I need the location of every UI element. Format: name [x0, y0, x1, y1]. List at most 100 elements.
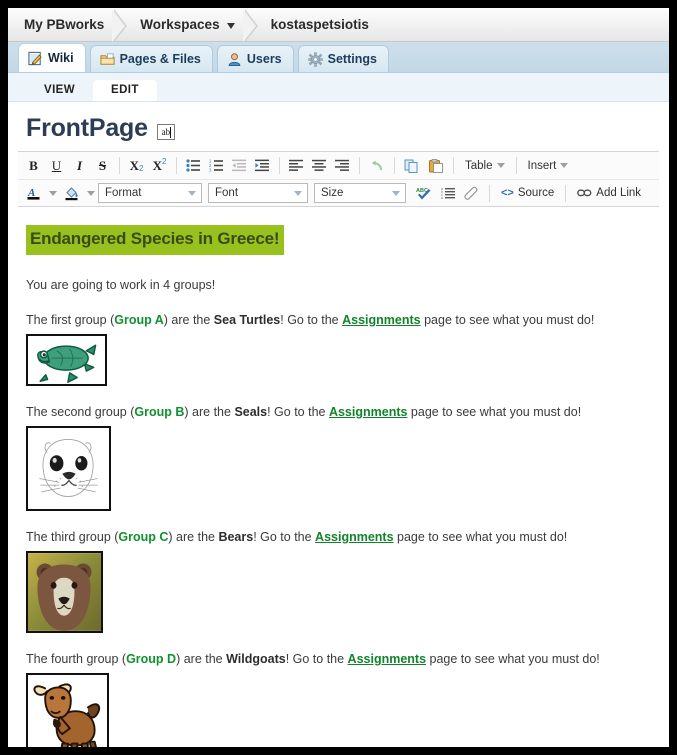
bulleted-list-button[interactable] — [182, 155, 205, 177]
text-color-button[interactable]: A — [22, 182, 46, 204]
size-select-value: Size — [321, 187, 344, 199]
toolbar-row-1: B U I S X2 X2 1 2 3 Table Insert — [18, 152, 659, 179]
list-properties-button[interactable]: abcd — [437, 182, 460, 204]
user-icon — [227, 52, 242, 67]
font-select-value: Font — [215, 187, 239, 199]
species-name: Seals — [234, 404, 268, 419]
spellcheck-button[interactable]: ABC — [412, 182, 437, 204]
wiki-pencil-icon — [28, 51, 43, 66]
fill-color-dropdown[interactable] — [84, 182, 98, 204]
chevron-down-icon — [294, 190, 302, 196]
chevron-down-icon — [87, 190, 95, 196]
paragraph-tail: page to see what you must do! — [426, 652, 600, 667]
source-label: Source — [517, 187, 555, 199]
document-content[interactable]: Endangered Species in Greece! You are go… — [8, 207, 669, 747]
paragraph-middle: ) are the — [176, 652, 227, 667]
paragraph-after-species: ! Go to the — [280, 312, 343, 327]
toolbar-divider — [176, 157, 177, 174]
source-button[interactable]: <> Source — [495, 182, 560, 204]
editor-toolbar: B U I S X2 X2 1 2 3 Table Insert A Forma… — [18, 151, 659, 207]
assignments-link[interactable]: Assignments — [342, 313, 421, 327]
species-name: Sea Turtles — [213, 312, 281, 327]
group-name: Group D — [126, 652, 177, 667]
paragraph-lead: The fourth group ( — [26, 652, 127, 667]
paragraph-after-species: ! Go to the — [267, 404, 329, 419]
breadcrumb-item-workspaces[interactable]: Workspaces — [134, 17, 242, 32]
paragraph-after-species: ! Go to the — [253, 530, 316, 545]
species-name: Wildgoats — [226, 652, 286, 667]
assignments-link[interactable]: Assignments — [329, 405, 408, 419]
browser-frame: My PBworks Workspaces kostaspetsiotis Wi… — [8, 8, 669, 747]
toolbar-divider — [515, 157, 517, 174]
align-right-button[interactable] — [331, 155, 354, 177]
group-paragraph: The second group (Group B) are the Seals… — [26, 403, 655, 421]
seal-image[interactable] — [26, 426, 111, 512]
align-center-button[interactable] — [308, 155, 331, 177]
toolbar-divider — [394, 157, 395, 174]
view-edit-tabs: VIEW EDIT — [8, 73, 669, 102]
svg-text:d: d — [441, 195, 443, 199]
paragraph-lead: The second group ( — [26, 404, 135, 419]
tab-users[interactable]: Users — [216, 45, 294, 72]
subtab-label: EDIT — [111, 84, 139, 96]
outdent-button[interactable] — [228, 155, 251, 177]
assignments-link[interactable]: Assignments — [315, 530, 394, 544]
undo-button[interactable] — [365, 155, 389, 177]
breadcrumb-item-workspace-name[interactable]: kostaspetsiotis — [265, 17, 377, 32]
breadcrumb-separator-icon — [242, 8, 265, 42]
tab-wiki[interactable]: Wiki — [18, 43, 86, 72]
copy-button[interactable] — [400, 155, 424, 177]
italic-button[interactable]: I — [68, 155, 91, 177]
eraser-icon[interactable] — [460, 182, 484, 204]
add-link-button[interactable]: Add Link — [571, 182, 647, 204]
paragraph-tail: page to see what you must do! — [420, 312, 595, 327]
chevron-down-icon — [188, 190, 196, 196]
group-paragraph: The third group (Group C) are the Bears!… — [26, 528, 655, 546]
content-heading-wrap: Endangered Species in Greece! — [26, 225, 655, 255]
subscript-button[interactable]: X2 — [125, 155, 148, 177]
chevron-down-icon — [49, 190, 57, 196]
fill-color-button[interactable] — [60, 182, 84, 204]
group-name: Group B — [134, 404, 185, 419]
breadcrumb-label: kostaspetsiotis — [270, 17, 369, 32]
group-paragraph: The first group (Group A) are the Sea Tu… — [26, 311, 655, 329]
chevron-down-icon[interactable] — [226, 22, 235, 29]
indent-button[interactable] — [251, 155, 274, 177]
tab-view[interactable]: VIEW — [26, 80, 93, 101]
assignments-link[interactable]: Assignments — [348, 652, 427, 666]
breadcrumb: My PBworks Workspaces kostaspetsiotis — [8, 8, 669, 42]
rename-page-icon[interactable]: ab — [156, 123, 175, 140]
format-select-value: Format — [105, 187, 142, 199]
breadcrumb-item-my-pbworks[interactable]: My PBworks — [18, 17, 112, 32]
tab-edit[interactable]: EDIT — [93, 80, 157, 101]
align-left-button[interactable] — [285, 155, 308, 177]
paragraph-lead: The first group ( — [26, 312, 115, 327]
page-title: FrontPage — [26, 114, 148, 142]
paste-button[interactable] — [424, 155, 448, 177]
tab-pages-and-files[interactable]: Pages & Files — [89, 45, 213, 72]
superscript-button[interactable]: X2 — [148, 155, 171, 177]
paragraph-middle: ) are the — [168, 530, 219, 545]
add-link-label: Add Link — [596, 187, 642, 199]
numbered-list-button[interactable]: 1 2 3 — [205, 155, 228, 177]
font-select[interactable]: Font — [208, 183, 308, 203]
sea-turtle-image[interactable] — [26, 333, 107, 386]
main-nav-tabs: Wiki Pages & Files Users Settings — [8, 42, 669, 73]
underline-button[interactable]: U — [45, 155, 68, 177]
paragraph-tail: page to see what you must do! — [407, 404, 582, 419]
breadcrumb-separator-icon — [112, 8, 134, 42]
bear-image[interactable] — [26, 551, 103, 634]
table-menu-button[interactable]: Table — [459, 155, 511, 177]
tab-settings[interactable]: Settings — [297, 45, 389, 72]
editor-body: FrontPage ab B U I S X2 X2 1 2 3 Table I… — [8, 102, 669, 747]
wildgoat-image[interactable] — [26, 673, 109, 747]
bold-button[interactable]: B — [22, 155, 45, 177]
strikethrough-button[interactable]: S — [91, 155, 114, 177]
text-color-dropdown[interactable] — [46, 182, 60, 204]
insert-menu-button[interactable]: Insert — [522, 155, 575, 177]
svg-text:3: 3 — [209, 168, 212, 172]
chevron-down-icon — [496, 163, 505, 168]
format-select[interactable]: Format — [98, 183, 202, 203]
toolbar-divider — [359, 157, 360, 174]
size-select[interactable]: Size — [314, 183, 406, 203]
